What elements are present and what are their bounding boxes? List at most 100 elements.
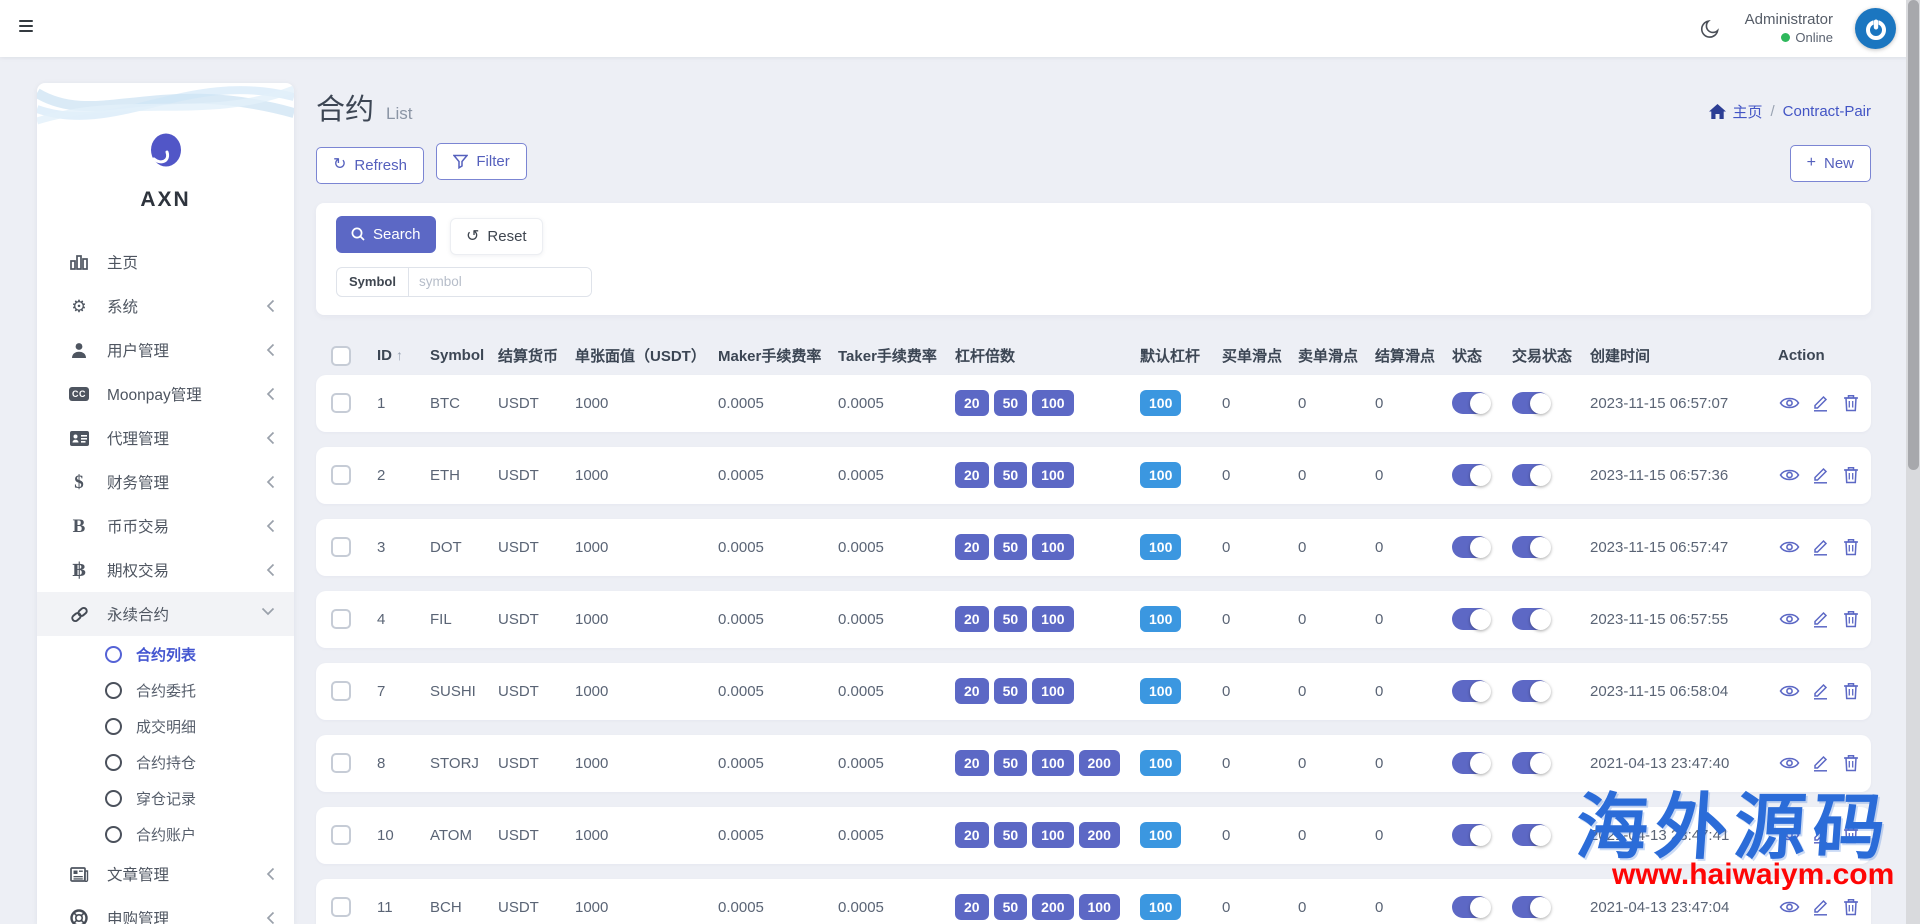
dark-mode-toggle[interactable] [1697, 16, 1723, 42]
hamburger-menu-icon[interactable] [16, 17, 38, 39]
delete-button[interactable] [1840, 824, 1862, 846]
row-checkbox[interactable] [331, 465, 351, 485]
cell-settle-currency: USDT [491, 467, 568, 484]
leverage-badge: 50 [994, 822, 1028, 848]
breadcrumb-current[interactable]: Contract-Pair [1783, 103, 1871, 120]
view-button[interactable] [1778, 896, 1800, 918]
row-checkbox[interactable] [331, 609, 351, 629]
col-header-settle-slippage: 结算滑点 [1368, 345, 1445, 366]
row-checkbox[interactable] [331, 537, 351, 557]
delete-button[interactable] [1840, 536, 1862, 558]
search-icon [351, 227, 365, 241]
page-subtitle: List [386, 104, 412, 123]
edit-button[interactable] [1809, 392, 1831, 414]
sidebar-subitem-contract-positions[interactable]: 合约持仓 [37, 744, 294, 780]
cell-settle-currency: USDT [491, 683, 568, 700]
edit-button[interactable] [1809, 464, 1831, 486]
funnel-icon [453, 154, 468, 169]
cell-taker-fee: 0.0005 [831, 683, 948, 700]
delete-button[interactable] [1840, 896, 1862, 918]
select-all-checkbox[interactable] [331, 346, 351, 366]
status-toggle[interactable] [1452, 464, 1490, 486]
trade-status-toggle[interactable] [1512, 896, 1550, 918]
scrollbar-thumb[interactable] [1908, 0, 1919, 470]
sidebar-item-home[interactable]: 主页 [37, 240, 294, 284]
row-checkbox[interactable] [331, 825, 351, 845]
row-checkbox[interactable] [331, 393, 351, 413]
sidebar-subitem-contract-orders[interactable]: 合约委托 [37, 672, 294, 708]
leverage-badge: 20 [955, 390, 989, 416]
sidebar-item-perpetual[interactable]: 永续合约 [37, 592, 294, 636]
edit-button[interactable] [1809, 608, 1831, 630]
trade-status-toggle[interactable] [1512, 392, 1550, 414]
row-checkbox[interactable] [331, 681, 351, 701]
sidebar-item-finance[interactable]: $ 财务管理 [37, 460, 294, 504]
user-avatar-power-button[interactable] [1855, 8, 1896, 49]
view-button[interactable] [1778, 464, 1800, 486]
edit-button[interactable] [1809, 680, 1831, 702]
sidebar-subitem-contract-accounts[interactable]: 合约账户 [37, 816, 294, 852]
new-button[interactable]: + New [1790, 145, 1871, 182]
delete-button[interactable] [1840, 752, 1862, 774]
cell-created-at: 2023-11-15 06:57:07 [1583, 395, 1771, 412]
cell-status [1445, 464, 1505, 486]
edit-button[interactable] [1809, 824, 1831, 846]
cell-status [1445, 392, 1505, 414]
reset-button[interactable]: ↺ Reset [450, 218, 543, 255]
view-button[interactable] [1778, 824, 1800, 846]
trade-status-toggle[interactable] [1512, 752, 1550, 774]
sidebar-item-system[interactable]: ⚙ 系统 [37, 284, 294, 328]
col-header-status: 状态 [1445, 345, 1505, 366]
edit-button[interactable] [1809, 536, 1831, 558]
cell-face-value: 1000 [568, 755, 711, 772]
view-button[interactable] [1778, 392, 1800, 414]
col-header-buy-slippage: 买单滑点 [1215, 345, 1291, 366]
cell-status [1445, 680, 1505, 702]
delete-button[interactable] [1840, 464, 1862, 486]
status-toggle[interactable] [1452, 608, 1490, 630]
trade-status-toggle[interactable] [1512, 464, 1550, 486]
col-header-created-at: 创建时间 [1583, 345, 1771, 366]
sidebar-item-subscription[interactable]: 申购管理 [37, 896, 294, 924]
sidebar-item-moonpay[interactable]: CC Moonpay管理 [37, 372, 294, 416]
sidebar-subitem-trade-details[interactable]: 成交明细 [37, 708, 294, 744]
trade-status-toggle[interactable] [1512, 680, 1550, 702]
page-scrollbar[interactable] [1906, 0, 1920, 924]
sidebar-item-agents[interactable]: 代理管理 [37, 416, 294, 460]
sort-asc-icon[interactable]: ↑ [396, 347, 403, 363]
sidebar-subitem-contract-list[interactable]: 合约列表 [37, 636, 294, 672]
trade-status-toggle[interactable] [1512, 824, 1550, 846]
status-toggle[interactable] [1452, 392, 1490, 414]
status-toggle[interactable] [1452, 680, 1490, 702]
trade-status-toggle[interactable] [1512, 608, 1550, 630]
refresh-button[interactable]: ↻ Refresh [316, 147, 424, 184]
status-toggle[interactable] [1452, 752, 1490, 774]
filter-button[interactable]: Filter [436, 143, 526, 180]
symbol-input[interactable] [409, 268, 592, 296]
edit-button[interactable] [1809, 752, 1831, 774]
breadcrumb-home-link[interactable]: 主页 [1709, 101, 1762, 122]
view-button[interactable] [1778, 752, 1800, 774]
reset-icon: ↺ [466, 226, 479, 246]
plus-icon: + [1807, 155, 1816, 171]
delete-button[interactable] [1840, 608, 1862, 630]
status-toggle[interactable] [1452, 536, 1490, 558]
sidebar-item-options-trade[interactable]: ฿ 期权交易 [37, 548, 294, 592]
status-toggle[interactable] [1452, 896, 1490, 918]
sidebar-item-articles[interactable]: 文章管理 [37, 852, 294, 896]
row-checkbox[interactable] [331, 897, 351, 917]
sidebar-item-spot-trade[interactable]: B 币币交易 [37, 504, 294, 548]
delete-button[interactable] [1840, 680, 1862, 702]
search-button[interactable]: Search [336, 216, 436, 253]
view-button[interactable] [1778, 608, 1800, 630]
status-toggle[interactable] [1452, 824, 1490, 846]
sidebar-item-users[interactable]: 用户管理 [37, 328, 294, 372]
default-leverage-badge: 100 [1140, 750, 1181, 776]
view-button[interactable] [1778, 536, 1800, 558]
row-checkbox[interactable] [331, 753, 351, 773]
delete-button[interactable] [1840, 392, 1862, 414]
sidebar-subitem-liquidation-records[interactable]: 穿仓记录 [37, 780, 294, 816]
view-button[interactable] [1778, 680, 1800, 702]
edit-button[interactable] [1809, 896, 1831, 918]
trade-status-toggle[interactable] [1512, 536, 1550, 558]
